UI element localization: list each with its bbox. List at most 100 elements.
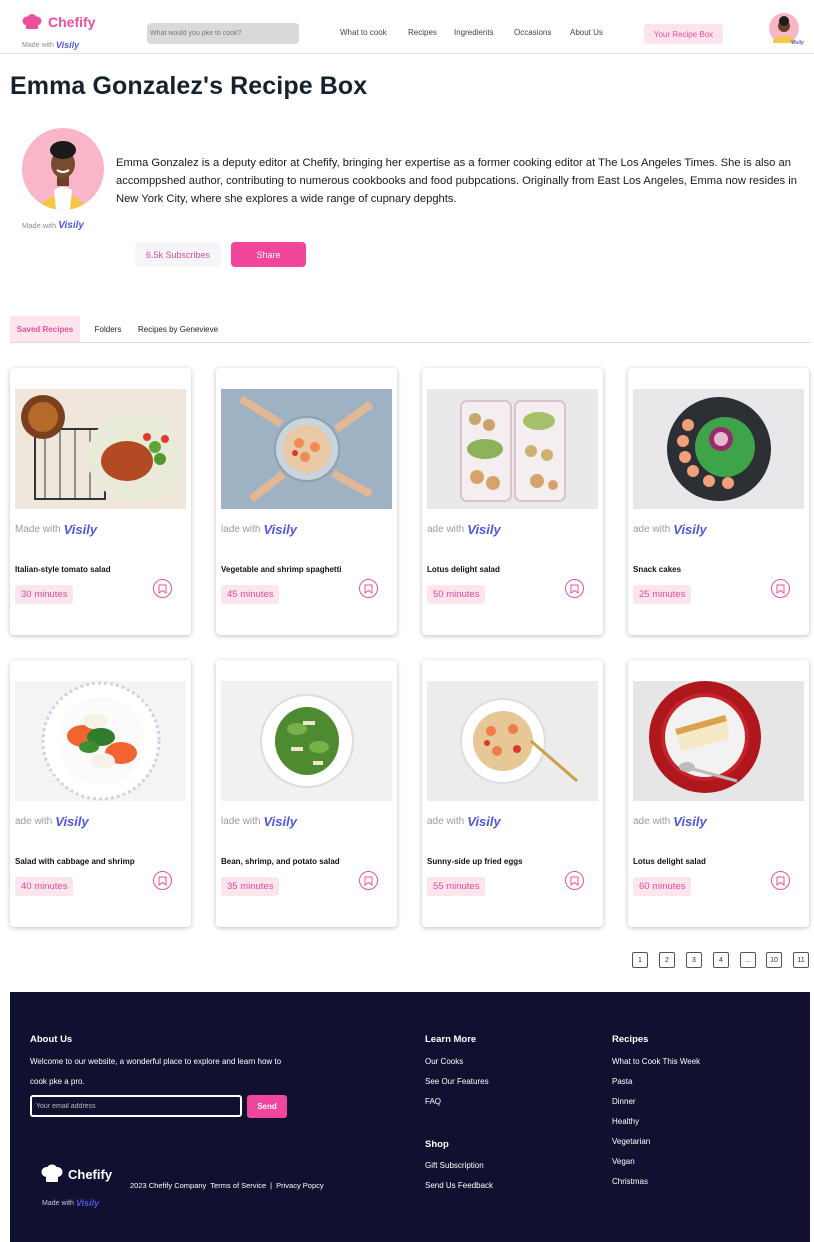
cook-time-badge: 50 minutes	[427, 585, 486, 604]
nav-ingredients[interactable]: Ingredients	[454, 28, 494, 37]
footer-legal: 2023 Chefify Company Terms of Service | …	[130, 1181, 324, 1190]
made-with-text: lade with	[221, 524, 261, 535]
visily-logo: Visily	[263, 522, 297, 537]
footer-link-faq[interactable]: FAQ	[425, 1097, 441, 1106]
share-button[interactable]: Share	[231, 242, 306, 267]
nav-recipes[interactable]: Recipes	[408, 28, 437, 37]
cook-time-badge: 35 minutes	[221, 877, 280, 896]
page-button-3[interactable]: 3	[686, 952, 702, 968]
recipe-card[interactable]: ade with Visily Salad with cabbage and s…	[10, 660, 191, 927]
footer-logo[interactable]: Chefify	[41, 1164, 112, 1184]
search-input[interactable]	[147, 23, 299, 44]
footer-link-healthy[interactable]: Healthy	[612, 1117, 639, 1126]
footer: About Us Welcome to our website, a wonde…	[10, 992, 810, 1242]
bookmark-button[interactable]	[153, 871, 172, 890]
privacy-link[interactable]: Privacy Popcy	[276, 1181, 324, 1190]
bookmark-button[interactable]	[565, 579, 584, 598]
recipe-card[interactable]: lade with Visily Bean, shrimp, and potat…	[216, 660, 397, 927]
made-with-badge: ade with Visily	[15, 814, 89, 829]
recipe-image	[633, 681, 804, 801]
recipe-title[interactable]: Vegetable and shrimp spaghetti	[221, 565, 341, 574]
email-field[interactable]	[30, 1095, 242, 1117]
footer-link-dinner[interactable]: Dinner	[612, 1097, 636, 1106]
made-with-badge: lade with Visily	[221, 522, 297, 537]
made-with-text: ade with	[633, 816, 671, 827]
recipe-card[interactable]: Made with Visily Italian-style tomato sa…	[10, 368, 191, 635]
bookmark-icon	[158, 584, 167, 594]
page-button-10[interactable]: 10	[766, 952, 782, 968]
bookmark-icon	[776, 876, 785, 886]
page-button-2[interactable]: 2	[659, 952, 675, 968]
bookmark-button[interactable]	[359, 579, 378, 598]
recipe-image	[633, 389, 804, 509]
footer-link-features[interactable]: See Our Features	[425, 1077, 489, 1086]
footer-link-what-to-cook[interactable]: What to Cook This Week	[612, 1057, 700, 1066]
recipe-title[interactable]: Snack cakes	[633, 565, 681, 574]
recipe-card[interactable]: ade with Visily Lotus delight salad 60 m…	[628, 660, 809, 927]
footer-recipes-heading: Recipes	[612, 1034, 649, 1045]
made-with-badge: ade with Visily	[427, 522, 501, 537]
recipe-card[interactable]: ade with Visily Lotus delight salad 50 m…	[422, 368, 603, 635]
visily-logo: Visily	[467, 814, 501, 829]
footer-link-our-cooks[interactable]: Our Cooks	[425, 1057, 463, 1066]
page-button-4[interactable]: 4	[713, 952, 729, 968]
recipe-title[interactable]: Salad with cabbage and shrimp	[15, 857, 135, 866]
page-button-11[interactable]: 11	[793, 952, 809, 968]
recipe-image	[427, 681, 598, 801]
profile-avatar	[22, 128, 104, 210]
profile-made-with: Made with Visily	[22, 220, 84, 231]
nav-occasions[interactable]: Occasions	[514, 28, 551, 37]
chef-hat-icon	[22, 14, 42, 29]
recipe-card[interactable]: ade with Visily Sunny-side up fried eggs…	[422, 660, 603, 927]
nav-about-us[interactable]: About Us	[570, 28, 603, 37]
visily-logo: Visily	[55, 814, 89, 829]
recipe-title[interactable]: Lotus delight salad	[633, 857, 706, 866]
footer-about-heading: About Us	[30, 1034, 73, 1045]
recipe-title[interactable]: Italian-style tomato salad	[15, 565, 111, 574]
your-recipe-box-button[interactable]: Your Recipe Box	[644, 24, 723, 44]
footer-link-vegan[interactable]: Vegan	[612, 1157, 635, 1166]
terms-link[interactable]: Terms of Service	[210, 1181, 266, 1190]
bookmark-button[interactable]	[771, 579, 790, 598]
nav-what-to-cook[interactable]: What to cook	[340, 28, 387, 37]
visily-logo: Visily	[55, 40, 80, 50]
bookmark-icon	[364, 584, 373, 594]
cook-time-badge: 25 minutes	[633, 585, 692, 604]
made-with-text: ade with	[633, 524, 671, 535]
recipe-image	[221, 389, 392, 509]
bookmark-button[interactable]	[771, 871, 790, 890]
tab-saved-recipes[interactable]: Saved Recipes	[10, 316, 80, 342]
footer-link-gift[interactable]: Gift Subscription	[425, 1161, 484, 1170]
footer-learn-heading: Learn More	[425, 1034, 477, 1045]
tab-folders[interactable]: Folders	[90, 316, 126, 342]
recipe-tabs: Saved Recipes Folders Recipes by Genevie…	[10, 316, 810, 343]
footer-link-feedback[interactable]: Send Us Feedback	[425, 1181, 493, 1190]
recipe-title[interactable]: Bean, shrimp, and potato salad	[221, 857, 340, 866]
svg-text:Visily: Visily	[791, 40, 804, 45]
made-with-text: Made with	[22, 41, 54, 49]
bookmark-button[interactable]	[565, 871, 584, 890]
recipe-image	[15, 681, 186, 801]
footer-logo-text: Chefify	[68, 1166, 113, 1182]
send-button[interactable]: Send	[247, 1095, 287, 1118]
page-button-1[interactable]: 1	[632, 952, 648, 968]
visily-logo: Visily	[58, 220, 84, 231]
made-with-badge: Made with Visily	[22, 40, 79, 50]
page-ellipsis: ...	[740, 952, 756, 968]
chefify-logo[interactable]: Chefify	[22, 14, 95, 30]
bookmark-button[interactable]	[153, 579, 172, 598]
user-avatar[interactable]: Visily	[765, 13, 804, 46]
recipe-title[interactable]: Sunny-side up fried eggs	[427, 857, 523, 866]
recipe-title[interactable]: Lotus delight salad	[427, 565, 500, 574]
footer-link-christmas[interactable]: Christmas	[612, 1177, 648, 1186]
footer-link-vegetarian[interactable]: Vegetarian	[612, 1137, 650, 1146]
footer-about-text: cook pke a pro.	[30, 1077, 85, 1086]
tab-recipes-by-genevieve[interactable]: Recipes by Genevieve	[136, 316, 220, 342]
recipe-card[interactable]: lade with Visily Vegetable and shrimp sp…	[216, 368, 397, 635]
made-with-text: Made with	[22, 221, 57, 230]
footer-link-pasta[interactable]: Pasta	[612, 1077, 632, 1086]
recipe-card[interactable]: ade with Visily Snack cakes 25 minutes	[628, 368, 809, 635]
bookmark-button[interactable]	[359, 871, 378, 890]
bookmark-icon	[570, 584, 579, 594]
subscribes-button[interactable]: 6.5k Subscribes	[135, 242, 221, 267]
